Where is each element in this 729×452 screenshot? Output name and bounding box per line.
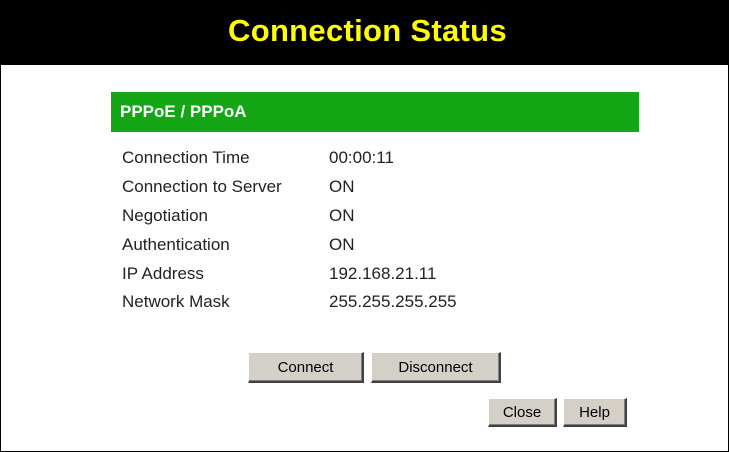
info-value: 00:00:11 [329,148,394,168]
section-header: PPPoE / PPPoA [111,92,639,132]
info-value: ON [329,205,355,225]
info-label: Network Mask [122,292,230,312]
status-info-table: Connection Time 00:00:11 Connection to S… [122,144,457,317]
info-row-authentication: Authentication ON [122,230,457,259]
info-row-negotiation: Negotiation ON [122,202,457,231]
close-button[interactable]: Close [488,398,557,427]
info-label: Connection to Server [122,177,282,197]
info-label: Authentication [122,234,230,254]
section-title: PPPoE / PPPoA [120,102,247,121]
info-row-ip-address: IP Address 192.168.21.11 [122,259,457,288]
info-value: ON [329,234,355,254]
info-value: ON [329,177,355,197]
info-row-connection-time: Connection Time 00:00:11 [122,144,457,173]
dialog-frame: Connection Status PPPoE / PPPoA Connecti… [0,0,729,452]
help-button[interactable]: Help [563,398,627,427]
info-label: Negotiation [122,205,209,225]
title-bar: Connection Status [1,1,728,65]
disconnect-button[interactable]: Disconnect [371,352,501,383]
info-value: 255.255.255.255 [329,292,457,312]
info-row-network-mask: Network Mask 255.255.255.255 [122,288,457,317]
info-label: IP Address [122,263,204,283]
info-row-connection-to-server: Connection to Server ON [122,173,457,202]
info-value: 192.168.21.11 [329,263,437,283]
page-title: Connection Status [228,13,507,48]
info-label: Connection Time [122,148,250,168]
connect-button[interactable]: Connect [248,352,364,383]
